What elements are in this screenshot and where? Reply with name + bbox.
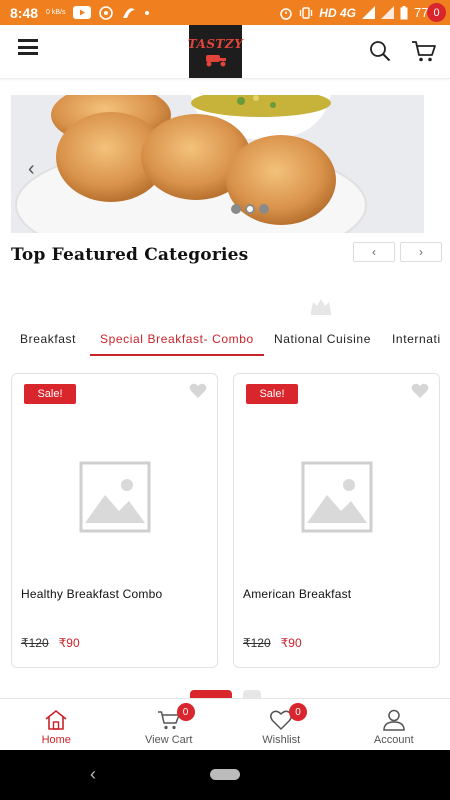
banner-carousel[interactable]: [11, 95, 424, 233]
status-bar: 8:48 0 kB/s HD 4G 77%: [0, 0, 450, 25]
product-card[interactable]: Sale! American Breakfast ₹120 ₹90: [233, 373, 440, 668]
wishlist-heart-icon[interactable]: [189, 383, 207, 399]
wishlist-heart-icon[interactable]: [411, 383, 429, 399]
product-image-placeholder[interactable]: [234, 414, 439, 579]
price-row: ₹120 ₹90: [21, 636, 80, 650]
status-time: 8:48: [10, 4, 39, 21]
banner-dot-2[interactable]: [245, 204, 255, 214]
android-nav-bar: ‹: [0, 750, 450, 800]
pager-inactive[interactable]: [243, 690, 261, 698]
tab-international[interactable]: Internati: [392, 326, 441, 356]
logo[interactable]: TASTZY: [187, 25, 244, 78]
android-back-icon[interactable]: ‹: [90, 764, 96, 785]
nav-account[interactable]: Account: [338, 699, 450, 750]
tab-special-breakfast-combo[interactable]: Special Breakfast- Combo: [90, 326, 264, 356]
app-header: TASTZY: [0, 25, 450, 79]
categories-prev-button[interactable]: ‹: [353, 242, 395, 262]
sale-price: ₹90: [280, 636, 302, 650]
nav-home[interactable]: Home: [0, 699, 113, 750]
app-icon: [123, 7, 136, 18]
music-icon: [99, 5, 114, 20]
logo-text: TASTZY: [187, 36, 244, 51]
data-speed-text: 0 kB/s: [46, 9, 66, 16]
signal-icon-2: [380, 6, 394, 19]
banner-image: [11, 95, 424, 233]
categories-next-button[interactable]: ›: [400, 242, 442, 262]
data-speed-indicator: 0 kB/s: [46, 9, 65, 16]
banner-dots: [231, 204, 269, 214]
user-icon: [382, 709, 405, 731]
sale-badge: Sale!: [24, 384, 76, 404]
product-name[interactable]: American Breakfast: [243, 587, 351, 601]
nav-view-cart[interactable]: View Cart 0: [113, 699, 226, 750]
nav-home-label: Home: [41, 734, 71, 746]
home-icon: [45, 710, 67, 730]
cart-icon[interactable]: [411, 38, 437, 64]
menu-icon[interactable]: [18, 39, 38, 55]
old-price: ₹120: [21, 636, 49, 650]
banner-dot-3[interactable]: [259, 204, 269, 214]
category-tabs: Breakfast Special Breakfast- Combo Natio…: [0, 326, 450, 356]
image-placeholder-icon: [79, 461, 150, 532]
crown-icon: [311, 299, 331, 315]
android-home-pill[interactable]: [210, 769, 240, 780]
wishlist-nav-badge: 0: [289, 703, 307, 721]
sale-badge: Sale!: [246, 384, 298, 404]
notification-dot-icon: [145, 10, 150, 15]
bottom-nav: Home View Cart 0 Wishlist 0 Account: [0, 698, 450, 750]
product-name[interactable]: Healthy Breakfast Combo: [21, 587, 162, 601]
nav-view-cart-label: View Cart: [145, 734, 193, 746]
vibrate-icon: [300, 6, 313, 19]
sale-price: ₹90: [58, 636, 80, 650]
image-placeholder-icon: [301, 461, 372, 532]
banner-prev-arrow[interactable]: ‹: [28, 158, 35, 181]
cart-count-badge: 0: [427, 3, 446, 22]
old-price: ₹120: [243, 636, 271, 650]
search-icon[interactable]: [369, 40, 391, 62]
cart-nav-badge: 0: [176, 703, 195, 721]
pager-active[interactable]: [190, 690, 232, 698]
banner-dot-1[interactable]: [231, 204, 241, 214]
price-row: ₹120 ₹90: [243, 636, 302, 650]
product-card[interactable]: Sale! Healthy Breakfast Combo ₹120 ₹90: [11, 373, 218, 668]
nav-account-label: Account: [373, 734, 414, 746]
nav-wishlist[interactable]: Wishlist 0: [225, 699, 338, 750]
scooter-icon: [205, 54, 226, 66]
tab-breakfast[interactable]: Breakfast: [20, 326, 76, 356]
youtube-icon: [73, 6, 92, 19]
product-image-placeholder[interactable]: [12, 414, 217, 579]
network-type: HD 4G: [319, 5, 356, 20]
alarm-icon: [280, 7, 293, 20]
section-title: Top Featured Categories: [11, 245, 249, 265]
battery-icon: [400, 5, 408, 19]
nav-wishlist-label: Wishlist: [262, 734, 301, 746]
tab-national-cuisine[interactable]: National Cuisine: [274, 326, 371, 356]
signal-icon: [361, 6, 375, 19]
